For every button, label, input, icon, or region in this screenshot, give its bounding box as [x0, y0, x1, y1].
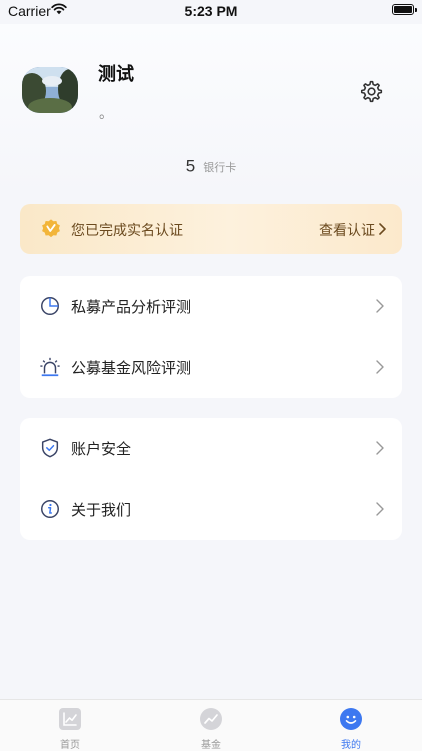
verified-badge-icon: [42, 219, 60, 238]
menu-item-label: 关于我们: [71, 501, 132, 519]
chevron-right-icon: [379, 223, 386, 235]
trend-icon: [200, 708, 222, 730]
gear-icon[interactable]: [358, 79, 383, 104]
avatar[interactable]: [22, 67, 78, 113]
tab-home[interactable]: 首页: [0, 700, 140, 751]
user-subtitle: 。: [99, 106, 113, 122]
smile-icon: [340, 708, 362, 730]
chevron-right-icon: [376, 441, 384, 455]
menu-item-about-us[interactable]: 关于我们: [20, 479, 402, 540]
tab-bar: 首页 基金 我的: [0, 699, 422, 751]
menu-item-public-fund-risk[interactable]: 公募基金风险评测: [20, 337, 402, 398]
tab-label: 首页: [60, 740, 80, 751]
tab-label: 基金: [201, 740, 221, 751]
menu-item-account-security[interactable]: 账户安全: [20, 418, 402, 479]
pie-chart-icon: [41, 297, 59, 315]
bank-card-stat[interactable]: 5 银行卡: [0, 156, 422, 177]
account-menu-card: 账户安全 关于我们: [20, 418, 402, 540]
menu-item-label: 账户安全: [71, 440, 132, 458]
chevron-right-icon: [376, 299, 384, 313]
evaluation-menu-card: 私募产品分析评测 公募基金风险评测: [20, 276, 402, 398]
menu-item-private-fund-analysis[interactable]: 私募产品分析评测: [20, 276, 402, 337]
menu-item-label: 公募基金风险评测: [71, 359, 192, 377]
battery-icon: [392, 4, 417, 15]
avatar-image: [22, 67, 78, 113]
user-name: 测试: [98, 64, 134, 85]
menu-item-label: 私募产品分析评测: [71, 298, 192, 316]
tab-mine[interactable]: 我的: [281, 700, 421, 751]
tab-label: 我的: [341, 740, 361, 751]
view-verification-label: 查看认证: [319, 223, 375, 239]
alarm-light-icon: [40, 357, 60, 377]
bank-card-label: 银行卡: [203, 160, 237, 174]
verification-message: 您已完成实名认证: [71, 223, 183, 239]
chevron-right-icon: [376, 502, 384, 516]
info-icon: [41, 500, 59, 518]
status-bar: Carrier 5:23 PM: [0, 0, 422, 24]
chart-icon: [59, 708, 81, 730]
verification-banner[interactable]: 您已完成实名认证 查看认证: [20, 204, 402, 254]
shield-check-icon: [41, 438, 59, 458]
clock: 5:23 PM: [184, 3, 238, 19]
view-verification-link[interactable]: 查看认证: [319, 220, 386, 240]
bank-card-count: 5: [185, 156, 196, 176]
tab-fund[interactable]: 基金: [141, 700, 281, 751]
chevron-right-icon: [376, 360, 384, 374]
